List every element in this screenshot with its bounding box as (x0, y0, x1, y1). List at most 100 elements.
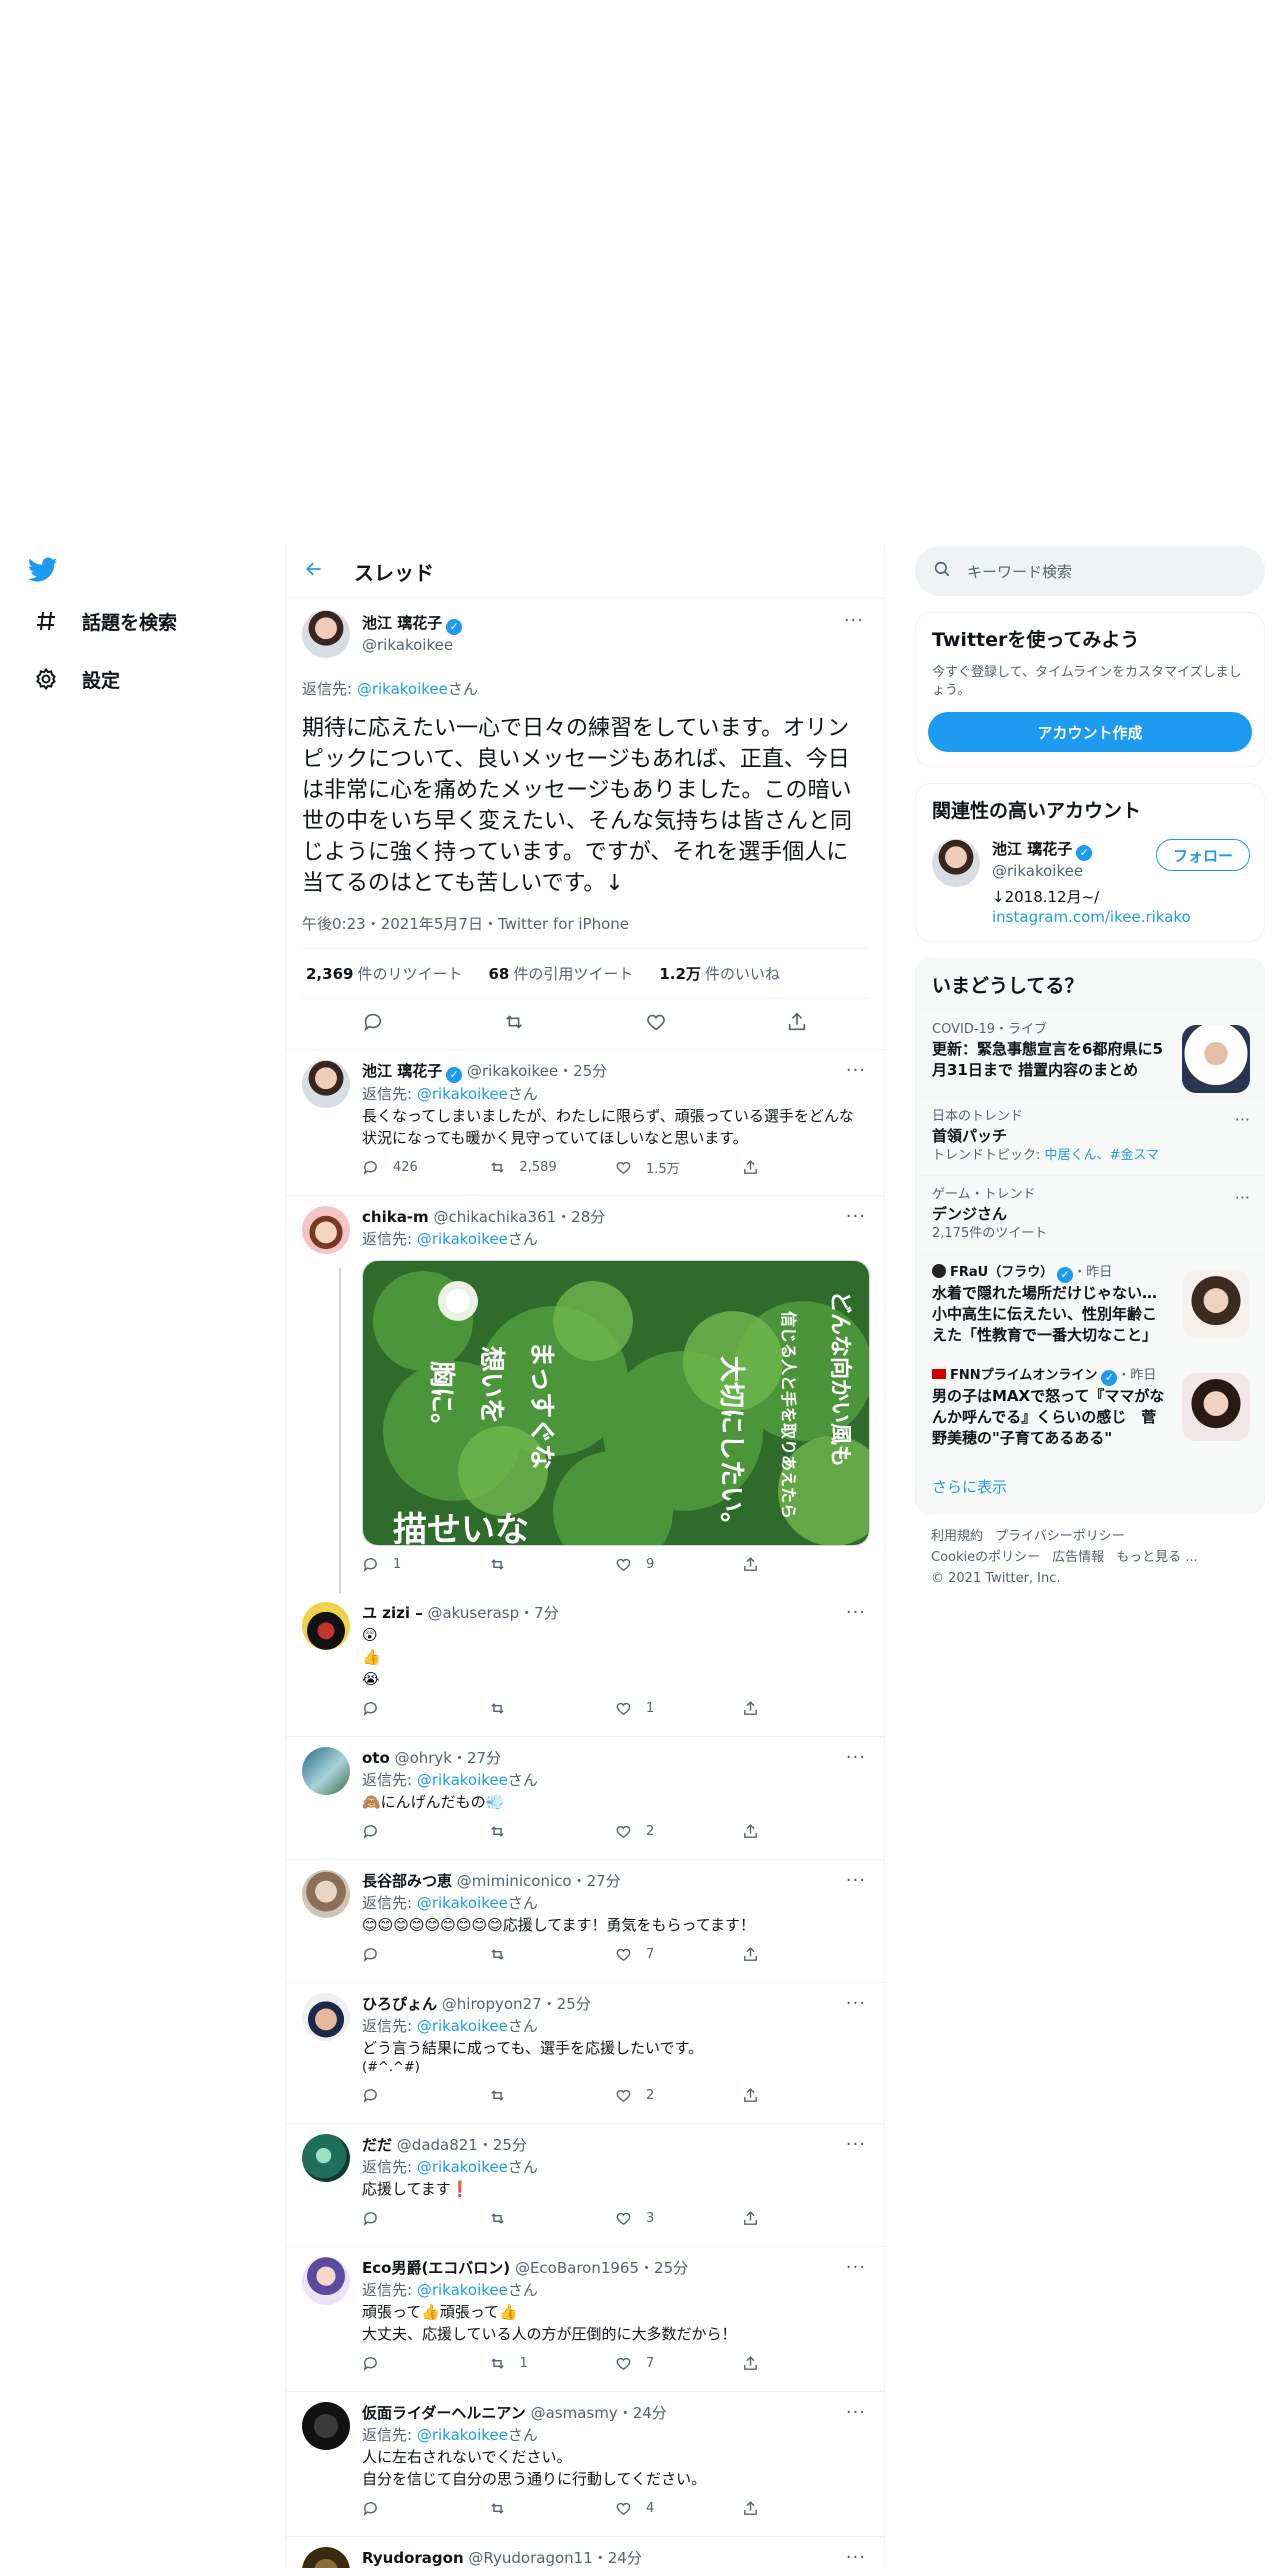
share-button[interactable] (742, 2210, 869, 2227)
avatar[interactable] (302, 2257, 350, 2305)
reply-tweet[interactable]: だだ @dada821・25分 返信先: @rikakoikeeさん 応援してま… (286, 2124, 884, 2247)
reply-tweet[interactable]: 仮面ライダーヘルニアン @asmasmy・24分 返信先: @rikakoike… (286, 2392, 884, 2537)
news-item[interactable]: FRaU（フラウ） ✓ ・昨日 水着で隠れた場所だけじゃない…小中高生に伝えたい、性… (916, 1253, 1264, 1356)
avatar[interactable] (302, 1602, 350, 1650)
reply-button[interactable] (362, 1823, 489, 1840)
more-options-icon[interactable]: ··· (846, 1602, 866, 1623)
reply-button[interactable]: 1 (362, 1556, 489, 1573)
reply-time[interactable]: ・28分 (556, 1208, 605, 1226)
reply-author-handle[interactable]: @akuserasp (427, 1604, 519, 1622)
reply-author-name[interactable]: Eco男爵(エコバロン) (362, 2259, 510, 2277)
reply-context-link[interactable]: @rikakoikee (357, 680, 448, 698)
reply-author-name[interactable]: 長谷部みつ恵 (362, 1872, 452, 1890)
related-account-item[interactable]: 池江 璃花子 ✓ @rikakoikee ↓2018.12月~/ instagra… (916, 835, 1264, 941)
reply-context-link[interactable]: @rikakoikee (417, 1894, 508, 1912)
trend-meta-links[interactable]: 中居くん、#金スマ (1045, 1148, 1160, 1163)
share-button[interactable] (742, 2500, 869, 2517)
avatar[interactable] (302, 2547, 350, 2568)
reply-button[interactable]: 426 (362, 1159, 489, 1176)
more-options-icon[interactable]: ··· (846, 1747, 866, 1768)
retweet-icon[interactable] (503, 1011, 525, 1037)
search-box[interactable]: キーワード検索 (915, 546, 1265, 596)
share-icon[interactable] (786, 1011, 808, 1037)
reply-context-link[interactable]: @rikakoikee (417, 1230, 508, 1248)
reply-time[interactable]: ・24分 (618, 2404, 667, 2422)
footer-link-terms[interactable]: 利用規約 (931, 1529, 983, 1544)
share-button[interactable] (742, 1556, 869, 1573)
like-count[interactable]: 1.2万 件のいいね (659, 963, 780, 984)
reply-author-handle[interactable]: @asmasmy (531, 2404, 618, 2422)
reply-time[interactable]: ・25分 (558, 1062, 607, 1080)
reply-context-link[interactable]: @rikakoikee (417, 1771, 508, 1789)
reply-context-link[interactable]: @rikakoikee (417, 2281, 508, 2299)
reply-tweet[interactable]: ひろぴょん @hiropyon27・25分 返信先: @rikakoikeeさん… (286, 1983, 884, 2124)
news-item[interactable]: FNNプライムオンライン ✓ ・昨日 男の子はMAXで怒って『ママがなんか呼んでる』… (916, 1356, 1264, 1459)
like-icon[interactable] (645, 1011, 667, 1037)
reply-icon[interactable] (362, 1011, 384, 1037)
reply-author-name[interactable]: 仮面ライダーヘルニアン (362, 2404, 526, 2422)
share-button[interactable] (742, 2087, 869, 2104)
author-handle[interactable]: @rikakoikee (362, 635, 462, 655)
like-button[interactable]: 2 (615, 2087, 742, 2104)
like-button[interactable]: 1 (615, 1700, 742, 1717)
nav-settings[interactable]: 設定 (28, 650, 258, 708)
share-button[interactable] (742, 1946, 869, 1963)
reply-time[interactable]: ・25分 (542, 1995, 591, 2013)
follow-button[interactable]: フォロー (1155, 839, 1250, 871)
reply-tweet[interactable]: Eco男爵(エコバロン) @EcoBaron1965・25分 返信先: @rik… (286, 2247, 884, 2392)
retweet-button[interactable]: 2,589 (489, 1159, 616, 1176)
footer-link-ads[interactable]: 広告情報 (1052, 1550, 1104, 1565)
trend-item[interactable]: ゲーム・トレンド デンジさん 2,175件のツイート ··· (916, 1175, 1264, 1253)
reply-author-name[interactable]: ユ zizi – (362, 1604, 423, 1622)
reply-time[interactable]: ・27分 (572, 1872, 621, 1890)
reply-author-name[interactable]: oto (362, 1749, 390, 1767)
avatar[interactable] (302, 1870, 350, 1918)
retweet-button[interactable] (489, 1823, 616, 1840)
retweet-button[interactable] (489, 1556, 616, 1573)
more-options-icon[interactable]: ··· (846, 2257, 866, 2278)
reply-author-name[interactable]: chika-m (362, 1208, 429, 1226)
retweet-button[interactable]: 1 (489, 2355, 616, 2372)
reply-author-handle[interactable]: @EcoBaron1965 (515, 2259, 639, 2277)
reply-button[interactable] (362, 1946, 489, 1963)
reply-time[interactable]: ・25分 (639, 2259, 688, 2277)
footer-link-more[interactable]: もっと見る ... (1116, 1550, 1198, 1565)
clover-image[interactable]: まっすぐな 想いを 胸に。 大切にしたい。 どんな向かい風も 信じる人と手を取り… (362, 1260, 870, 1546)
retweet-button[interactable] (489, 2087, 616, 2104)
reply-author-handle[interactable]: @Ryudoragon11 (468, 2549, 592, 2567)
retweet-button[interactable] (489, 1700, 616, 1717)
reply-button[interactable] (362, 2500, 489, 2517)
reply-context-link[interactable]: @rikakoikee (417, 2158, 508, 2176)
reply-context-link[interactable]: @rikakoikee (417, 1085, 508, 1103)
avatar[interactable] (302, 1060, 350, 1108)
trend-item[interactable]: COVID-19・ライブ 更新：緊急事態宣言を6都府県に5月31日まで 措置内容… (916, 1010, 1264, 1097)
reply-button[interactable] (362, 2087, 489, 2104)
nav-explore[interactable]: 話題を検索 (28, 592, 258, 650)
reply-tweet[interactable]: Ryudoragon @Ryudoragon11・24分 ··· (286, 2537, 884, 2568)
like-button[interactable]: 2 (615, 1823, 742, 1840)
related-account-name[interactable]: 池江 璃花子 (992, 840, 1072, 858)
avatar[interactable] (302, 2134, 350, 2182)
reply-author-name[interactable]: だだ (362, 2136, 392, 2154)
tweet-meta[interactable]: 午後0:23・2021年5月7日・Twitter for iPhone (302, 913, 868, 949)
retweet-count[interactable]: 2,369 件のリツイート (306, 963, 462, 984)
more-options-icon[interactable]: ··· (846, 2134, 866, 2155)
reply-time[interactable]: ・7分 (519, 1604, 559, 1622)
trend-item[interactable]: 日本のトレンド 首領パッチ トレンドトピック: 中居くん、#金スマ ··· (916, 1097, 1264, 1175)
like-button[interactable]: 4 (615, 2500, 742, 2517)
share-button[interactable] (742, 1159, 869, 1176)
back-arrow-icon[interactable] (304, 559, 324, 583)
reply-author-handle[interactable]: @rikakoikee (467, 1062, 558, 1080)
share-button[interactable] (742, 2355, 869, 2372)
reply-button[interactable] (362, 1700, 489, 1717)
reply-time[interactable]: ・24分 (593, 2549, 642, 2567)
reply-context-link[interactable]: @rikakoikee (417, 2017, 508, 2035)
reply-tweet[interactable]: chika-m @chikachika361・28分 返信先: @rikakoi… (286, 1196, 884, 1594)
reply-tweet[interactable]: ユ zizi – @akuserasp・7分 😲 👍 😭 1 ··· (286, 1592, 884, 1737)
twitter-logo[interactable] (28, 548, 258, 592)
avatar[interactable] (302, 1747, 350, 1795)
retweet-button[interactable] (489, 2500, 616, 2517)
reply-author-name[interactable]: Ryudoragon (362, 2549, 464, 2567)
avatar[interactable] (302, 1206, 350, 1254)
like-button[interactable]: 1.5万 (615, 1158, 742, 1177)
